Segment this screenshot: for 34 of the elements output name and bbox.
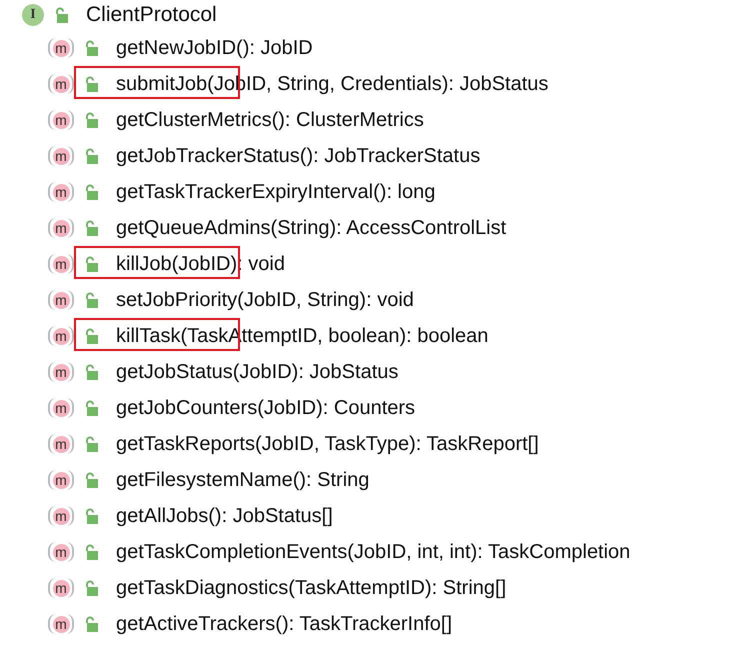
tree-item[interactable]: getJobStatus(JobID): JobStatus (116, 360, 398, 384)
lock-icon (84, 40, 98, 56)
tree-item[interactable]: getTaskReports(JobID, TaskType): TaskReport[] (116, 432, 539, 456)
lock-icon (84, 184, 98, 200)
tree-item[interactable]: getTaskDiagnostics(TaskAttemptID): String[] (116, 576, 506, 600)
tree-item[interactable]: getClusterMetrics(): ClusterMetrics (116, 108, 424, 132)
tree-item[interactable]: getFilesystemName(): String (116, 468, 370, 492)
lock-icon (84, 580, 98, 596)
lock-icon (84, 292, 98, 308)
lock-icon (84, 472, 98, 488)
tree-item[interactable]: getJobTrackerStatus(): JobTrackerStatus (116, 144, 480, 168)
lock-icon (84, 256, 98, 272)
tree-item[interactable]: getTaskCompletionEvents(JobID, int, int): TaskCompletion (116, 540, 630, 564)
tree-item[interactable]: getAllJobs(): JobStatus[] (116, 504, 333, 528)
lock-icon (84, 508, 98, 524)
tree-item[interactable]: setJobPriority(JobID, String): void (116, 288, 414, 312)
lock-icon (84, 616, 98, 632)
lock-icon (84, 112, 98, 128)
tree-item[interactable]: ClientProtocol (86, 3, 217, 27)
lock-icon (84, 436, 98, 452)
tree-item[interactable]: getQueueAdmins(String): AccessControlList (116, 216, 506, 240)
lock-icon (84, 148, 98, 164)
lock-icon (84, 220, 98, 236)
tree-item[interactable]: getTaskTrackerExpiryInterval(): long (116, 180, 436, 204)
lock-icon (84, 544, 98, 560)
lock-icon (84, 400, 98, 416)
lock-icon (84, 364, 98, 380)
interface-icon: I (22, 4, 44, 26)
tree-item[interactable]: getJobCounters(JobID): Counters (116, 396, 416, 420)
lock-icon (84, 328, 98, 344)
lock-icon (54, 7, 68, 23)
lock-icon (84, 76, 98, 92)
tree-item[interactable]: getActiveTrackers(): TaskTrackerInfo[] (116, 612, 452, 636)
tree-item[interactable]: getNewJobID(): JobID (116, 36, 313, 60)
